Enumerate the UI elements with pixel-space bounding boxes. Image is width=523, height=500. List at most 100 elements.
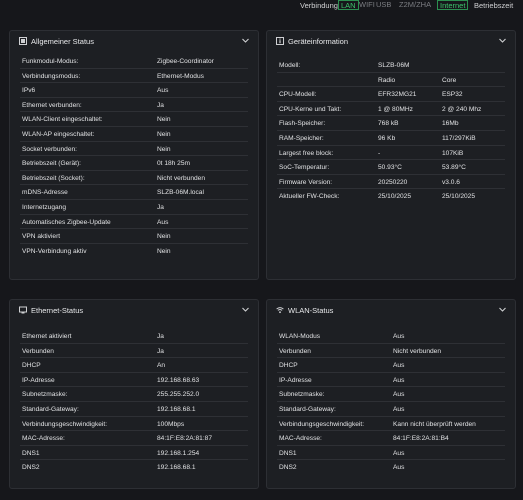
row-value: Ethernet-Modus xyxy=(157,72,204,80)
table-row: Modell: SLZB-06M xyxy=(277,58,505,73)
row-key: IPv6 xyxy=(22,87,36,95)
row-value: Ja xyxy=(157,203,164,211)
top-status-bar: Verbindung LAN WIFI USB Z2M/ZHA Internet… xyxy=(0,0,523,12)
row-value: SLZB-06M xyxy=(378,62,410,69)
row-value-core: 25/10/2025 xyxy=(442,193,476,201)
ethernet-status-title: Ethernet-Status xyxy=(31,306,84,315)
ethernet-icon xyxy=(19,306,27,314)
row-value: Ja xyxy=(157,333,164,340)
row-value: Aus xyxy=(393,449,405,457)
row-value: Nein xyxy=(157,116,171,124)
row-key: Ethernet verbunden: xyxy=(22,101,82,109)
table-row: IP-Adresse 192.168.68.63 xyxy=(20,373,248,388)
table-row: DHCP Aus xyxy=(277,358,505,373)
table-row: IP-Adresse Aus xyxy=(277,373,505,388)
table-row: SoC-Temperatur: 50.93°C 53.89°C xyxy=(277,160,505,175)
row-key: CPU-Modell: xyxy=(279,91,317,99)
row-key: Funkmodul-Modus: xyxy=(22,58,79,65)
chevron-down-icon[interactable] xyxy=(241,305,250,314)
table-row: Flash-Speicher: 768 kB 16Mb xyxy=(277,116,505,131)
general-status-header[interactable]: Allgemeiner Status xyxy=(10,31,258,51)
row-key: DNS2 xyxy=(279,464,297,472)
status-icon xyxy=(19,37,27,45)
table-row: Funkmodul-Modus: Zigbee-Coordinator xyxy=(20,54,248,69)
table-row: DNS2 Aus xyxy=(277,460,505,475)
row-value: Aus xyxy=(393,362,405,370)
chevron-down-icon[interactable] xyxy=(498,36,507,45)
row-value: Zigbee-Coordinator xyxy=(157,58,214,65)
row-value-core: ESP32 xyxy=(442,91,463,99)
row-key: Aktueller FW-Check: xyxy=(279,193,340,201)
row-value: Nein xyxy=(157,247,171,255)
row-key: SoC-Temperatur: xyxy=(279,164,330,172)
connection-label: Verbindung xyxy=(300,1,338,10)
table-row: MAC-Adresse: 84:1F:E8:2A:81:87 xyxy=(20,431,248,446)
row-value: Aus xyxy=(393,376,405,384)
row-key: VPN-Verbindung aktiv xyxy=(22,247,87,255)
row-value: 192.168.68.1 xyxy=(157,464,196,472)
row-value: 50.93°C xyxy=(378,164,402,172)
table-row: Standard-Gateway: 192.168.68.1 xyxy=(20,402,248,417)
row-value-core: 53.89°C xyxy=(442,164,466,172)
row-key: Ethernet aktiviert xyxy=(22,333,72,340)
row-key: Modell: xyxy=(279,62,301,69)
row-key: Betriebszeit (Socket): xyxy=(22,174,85,182)
row-value: Nein xyxy=(157,130,171,138)
table-row: Largest free block: - 107KiB xyxy=(277,146,505,161)
table-row: DNS1 192.168.1.254 xyxy=(20,446,248,461)
row-value-core: 16Mb xyxy=(442,120,459,128)
table-row: Subnetzmaske: Aus xyxy=(277,387,505,402)
table-row: WLAN-Modus Aus xyxy=(277,329,505,344)
wlan-status-header[interactable]: WLAN-Status xyxy=(267,300,515,320)
chevron-down-icon[interactable] xyxy=(241,36,250,45)
table-row: CPU-Modell: EFR32MG21 ESP32 xyxy=(277,87,505,102)
table-row: RAM-Speicher: 96 Kb 117/297KiB xyxy=(277,131,505,146)
device-info-header[interactable]: Geräteinformation xyxy=(267,31,515,51)
row-key: Standard-Gateway: xyxy=(279,405,336,413)
table-row: Verbunden Ja xyxy=(20,344,248,359)
row-value: 1 @ 80MHz xyxy=(378,105,413,113)
device-info-title: Geräteinformation xyxy=(288,37,349,46)
table-row: Firmware Version: 20250220 v3.0.6 xyxy=(277,175,505,190)
row-key: Betriebszeit (Gerät): xyxy=(22,160,81,168)
table-row: Ethernet verbunden: Ja xyxy=(20,98,248,113)
row-key: RAM-Speicher: xyxy=(279,134,324,142)
row-key: MAC-Adresse: xyxy=(279,435,322,443)
row-value: SLZB-06M.local xyxy=(157,189,204,197)
row-value: 84:1F:E8:2A:81:87 xyxy=(157,435,212,443)
row-value: 192.168.68.1 xyxy=(157,405,196,413)
row-value: Ja xyxy=(157,101,164,109)
table-row: Standard-Gateway: Aus xyxy=(277,402,505,417)
chip-usb: USB xyxy=(376,0,392,9)
row-key: Automatisches Zigbee-Update xyxy=(22,218,111,226)
chevron-down-icon[interactable] xyxy=(498,305,507,314)
row-key: DNS1 xyxy=(22,449,40,457)
row-key: Largest free block: xyxy=(279,149,334,157)
row-key: Flash-Speicher: xyxy=(279,120,326,128)
row-value: Nicht verbunden xyxy=(393,347,442,355)
table-row: Aktueller FW-Check: 25/10/2025 25/10/2025 xyxy=(277,189,505,204)
info-icon xyxy=(276,37,284,45)
row-value: 192.168.1.254 xyxy=(157,449,200,457)
row-value: Nicht verbunden xyxy=(157,174,206,182)
row-value: 255.255.252.0 xyxy=(157,391,200,399)
row-value: 84:1F:E8:2A:81:B4 xyxy=(393,435,449,443)
row-key: Verbindungsmodus: xyxy=(22,72,81,80)
row-key: WLAN-Client eingeschaltet: xyxy=(22,116,103,124)
table-row: Betriebszeit (Gerät): 0t 18h 25m xyxy=(20,156,248,171)
row-key: WLAN-Modus xyxy=(279,333,321,340)
table-row: mDNS-Adresse SLZB-06M.local xyxy=(20,185,248,200)
row-value: Kann nicht überprüft werden xyxy=(393,420,476,428)
table-row: Socket verbunden: Nein xyxy=(20,142,248,157)
row-key: Verbindungsgeschwindigkeit: xyxy=(22,420,108,428)
chip-internet: Internet xyxy=(437,0,469,10)
row-key: Verbunden xyxy=(22,347,54,355)
row-value: Aus xyxy=(157,218,169,226)
row-value: Nein xyxy=(157,233,171,241)
row-key: Subnetzmaske: xyxy=(22,391,68,399)
column-header-core: Core xyxy=(442,76,457,84)
ethernet-status-table: Ethernet aktiviert Ja Verbunden Ja DHCP An … xyxy=(20,329,248,475)
ethernet-status-header[interactable]: Ethernet-Status xyxy=(10,300,258,320)
table-row: Verbindungsgeschwindigkeit: 100Mbps xyxy=(20,417,248,432)
table-row: WLAN-Client eingeschaltet: Nein xyxy=(20,112,248,127)
